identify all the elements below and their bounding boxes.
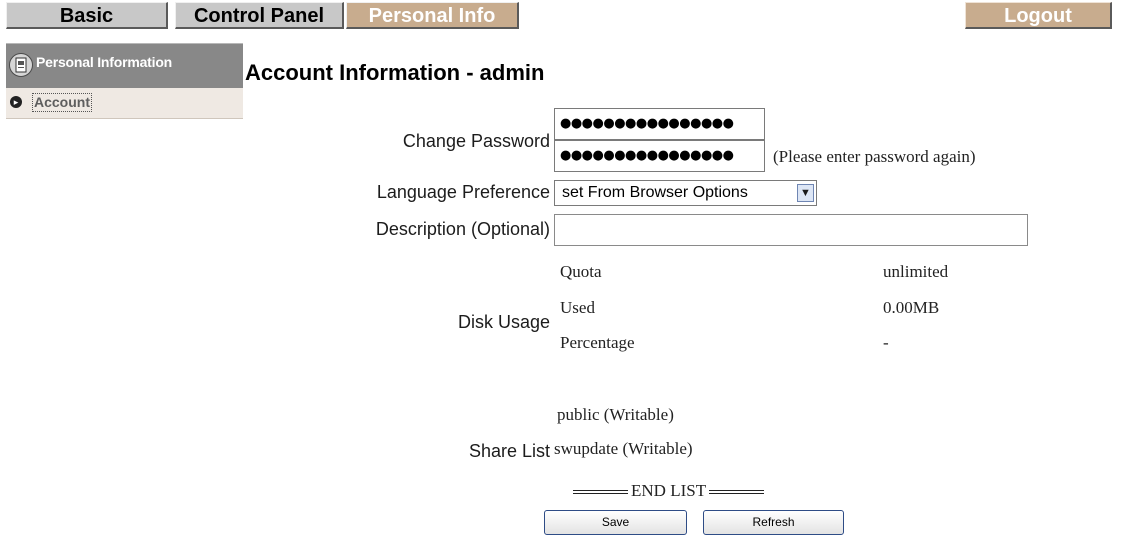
confirm-password-field[interactable]: ●●●●●●●●●●●●●●●● [554,140,765,172]
disk-usage-label: Disk Usage [457,312,550,332]
divider [573,490,628,495]
end-list-text: END LIST [631,481,707,500]
user-card-icon [9,53,33,77]
confirm-password-mask: ●●●●●●●●●●●●●●●● [560,148,734,163]
sidebar-section-title: Personal Information [36,54,173,70]
save-button[interactable]: Save [544,510,687,535]
share-list-item: public (Writable) [557,405,674,424]
language-select[interactable]: set From Browser Options ▼ [554,180,817,206]
tab-control-panel[interactable]: Control Panel [175,2,344,29]
divider [709,490,765,495]
percentage-value: - [883,333,889,352]
password-mask: ●●●●●●●●●●●●●●●● [560,116,734,131]
chevron-down-icon[interactable]: ▼ [797,184,814,202]
chevron-right-icon: ▸ [10,96,22,108]
tab-personal-info[interactable]: Personal Info [346,2,519,29]
used-label: Used [560,298,595,317]
page-title: Account Information - admin [245,60,545,85]
refresh-button[interactable]: Refresh [703,510,844,535]
logout-button[interactable]: Logout [965,2,1112,29]
change-password-label: Change Password [402,131,550,151]
share-list-item: swupdate (Writable) [554,439,693,458]
tab-basic[interactable]: Basic [6,2,168,29]
language-label: Language Preference [376,182,550,202]
password-field[interactable]: ●●●●●●●●●●●●●●●● [554,108,765,140]
sidebar-item-label: Account [32,93,92,112]
description-label: Description (Optional) [375,219,550,239]
language-selected-value: set From Browser Options [562,184,748,201]
percentage-label: Percentage [560,333,635,352]
sidebar-section-header: Personal Information [6,43,243,88]
share-list-end: END LIST [570,481,767,501]
sidebar-item-account[interactable]: ▸ Account [6,88,243,119]
password-confirm-note: (Please enter password again) [773,147,976,166]
share-list-label: Share List [468,441,550,461]
quota-label: Quota [560,262,602,281]
quota-value: unlimited [883,262,949,281]
description-input[interactable] [554,214,1028,246]
used-value: 0.00MB [883,298,940,317]
